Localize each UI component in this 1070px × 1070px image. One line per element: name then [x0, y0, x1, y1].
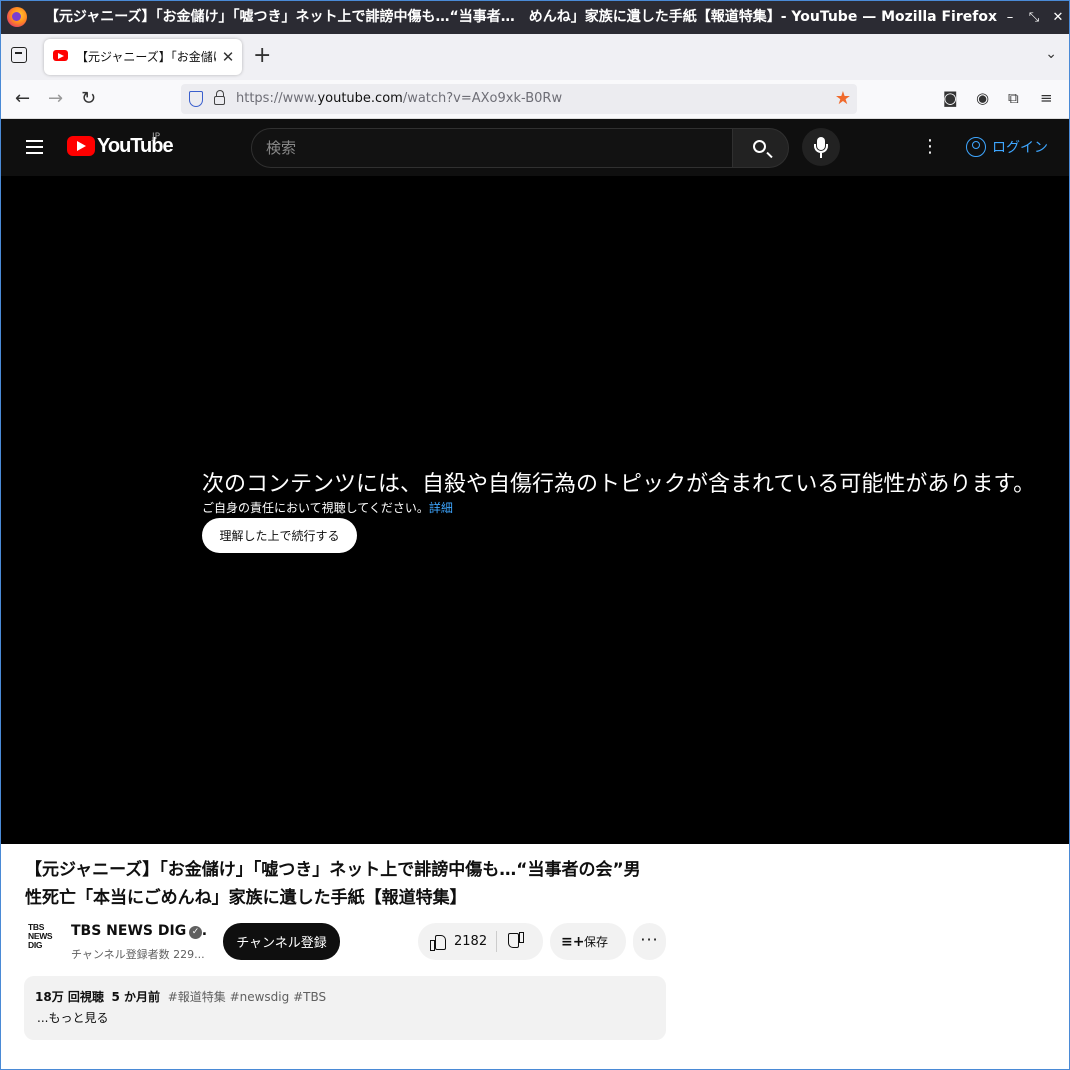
back-arrow-icon[interactable]: ←: [15, 88, 30, 110]
search-button[interactable]: [732, 128, 789, 168]
like-count: 2182: [454, 934, 488, 949]
content-warning-subtitle: ご自身の責任において視聴してください。詳細: [202, 501, 453, 515]
url-text[interactable]: https://www.youtube.com/watch?v=AXo9xk-B…: [236, 84, 562, 114]
thumbs-down-icon[interactable]: [508, 933, 524, 949]
close-icon[interactable]: ✕: [1051, 10, 1065, 25]
region-code: JP: [152, 132, 161, 142]
firefox-view-icon[interactable]: [11, 47, 27, 63]
youtube-wordmark[interactable]: YouTube: [97, 135, 174, 158]
upload-age: 5 か月前: [111, 990, 161, 1004]
window-controls: – ⤡ ✕: [1003, 1, 1065, 34]
details-link[interactable]: 詳細: [429, 501, 453, 515]
settings-kebab-icon[interactable]: ⋮: [920, 136, 940, 158]
window-title: 【元ジャニーズ】「お金儲け」「嘘つき」ネット上で誹謗中傷も…“当事者… めんね」…: [44, 9, 997, 25]
subscriber-count: チャンネル登録者数 229...: [71, 948, 205, 961]
hamburger-menu-icon[interactable]: [26, 140, 43, 154]
hashtags[interactable]: #報道特集 #newsdig #TBS: [168, 990, 326, 1004]
forward-arrow-icon[interactable]: →: [48, 88, 63, 110]
lock-icon[interactable]: [214, 90, 225, 105]
subscribe-button[interactable]: チャンネル登録: [223, 923, 340, 960]
menu-icon[interactable]: ≡: [1040, 89, 1053, 107]
tab-title: 【元ジャニーズ】「お金儲け」「嘘つき」: [76, 50, 216, 64]
firefox-window: 【元ジャニーズ】「お金儲け」「嘘つき」ネット上で誹謗中傷も…“当事者… めんね」…: [1, 1, 1069, 1069]
tracking-shield-icon[interactable]: [189, 91, 203, 107]
channel-avatar[interactable]: TBS NEWS DIG: [28, 923, 62, 959]
search-icon: [753, 140, 766, 153]
tab-close-icon[interactable]: ✕: [220, 48, 236, 66]
more-actions-icon[interactable]: ···: [633, 923, 666, 960]
like-button[interactable]: 2182: [418, 923, 496, 960]
continue-button[interactable]: 理解した上で続行する: [202, 518, 357, 553]
playlist-add-icon: ≡+: [561, 933, 585, 950]
video-player[interactable]: 次のコンテンツには、自殺や自傷行為のトピックが含まれている可能性があります。 ご…: [1, 176, 1069, 844]
description-meta: 18万 回視聴 5 か月前 #報道特集 #newsdig #TBS: [35, 988, 326, 1005]
user-icon: [966, 137, 986, 157]
show-more-link[interactable]: ...もっと見る: [37, 1009, 108, 1026]
account-icon[interactable]: ◉: [976, 89, 989, 107]
save-label: 保存: [584, 935, 609, 949]
restore-icon[interactable]: ⤡: [1027, 10, 1041, 25]
signin-label: ログイン: [992, 140, 1048, 156]
tab-strip: 【元ジャニーズ】「お金儲け」「嘘つき」 ✕ + ⌄: [1, 34, 1069, 80]
chevron-down-icon[interactable]: ⌄: [1045, 46, 1057, 62]
search-box[interactable]: [251, 128, 733, 168]
verified-badge-icon: ✓: [189, 926, 202, 939]
minimize-icon[interactable]: –: [1003, 10, 1017, 25]
like-dislike-bar: 2182: [418, 923, 543, 960]
view-count: 18万 回視聴: [35, 990, 104, 1004]
channel-name[interactable]: TBS NEWS DIG ...: [71, 923, 207, 939]
divider: [496, 931, 497, 952]
reload-icon[interactable]: ↻: [81, 88, 96, 110]
new-tab-icon[interactable]: +: [253, 44, 271, 68]
pocket-icon[interactable]: ◙: [943, 89, 958, 107]
signin-button[interactable]: ログイン: [956, 129, 1058, 165]
bookmark-star-icon[interactable]: ★: [835, 88, 851, 110]
url-bar[interactable]: https://www.youtube.com/watch?v=AXo9xk-B…: [181, 84, 857, 114]
voice-search-button[interactable]: [802, 128, 840, 166]
youtube-header: YouTube JP ⋮ ログイン: [1, 119, 1069, 176]
extensions-icon[interactable]: ⧉: [1008, 89, 1019, 107]
video-title: 【元ジャニーズ】「お金儲け」「嘘つき」ネット上で誹謗中傷も…“当事者の会”男性死…: [25, 860, 641, 908]
save-button[interactable]: ≡+ 保存: [550, 923, 626, 960]
youtube-favicon-icon: [53, 50, 68, 61]
navigation-bar: ← → ↻ https://www.youtube.com/watch?v=AX…: [1, 80, 1069, 119]
tab-active[interactable]: 【元ジャニーズ】「お金儲け」「嘘つき」 ✕: [44, 39, 242, 75]
search-input[interactable]: [266, 129, 716, 167]
youtube-logo-icon[interactable]: [67, 136, 95, 156]
thumbs-up-icon: [430, 934, 446, 951]
description-box[interactable]: 18万 回視聴 5 か月前 #報道特集 #newsdig #TBS ...もっと…: [24, 976, 666, 1040]
title-bar: 【元ジャニーズ】「お金儲け」「嘘つき」ネット上で誹謗中傷も…“当事者… めんね」…: [1, 1, 1069, 34]
content-warning-title: 次のコンテンツには、自殺や自傷行為のトピックが含まれている可能性があります。: [202, 472, 1036, 497]
